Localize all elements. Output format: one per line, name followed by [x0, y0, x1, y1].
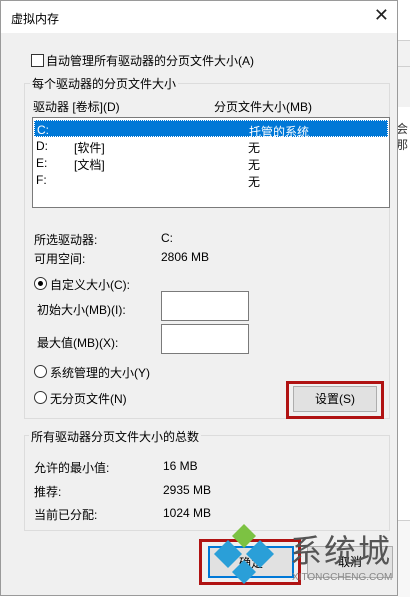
drive-row-f[interactable]: F: 无	[34, 171, 388, 189]
radio-selected-dot	[38, 281, 43, 286]
custom-size-radio[interactable]	[34, 277, 47, 290]
drives-group-label: 每个驱动器的分页文件大小	[30, 75, 179, 92]
drive-list[interactable]: C: 托管的系统 D: [软件] 无 E: [文档] 无 F: 无	[32, 117, 390, 208]
system-managed-radio[interactable]	[34, 365, 47, 378]
free-space-label: 可用空间:	[34, 252, 86, 266]
free-space-value: 2806 MB	[161, 250, 210, 264]
virtual-memory-dialog: 虚拟内存 ✕ 自动管理所有驱动器的分页文件大小(A) 每个驱动器的分页文件大小 …	[0, 0, 398, 596]
min-size-value: 16 MB	[163, 459, 198, 473]
auto-manage-label[interactable]: 自动管理所有驱动器的分页文件大小(A)	[46, 52, 254, 69]
drive-letter: E:	[36, 156, 48, 170]
drive-row-d[interactable]: D: [软件] 无	[34, 137, 388, 155]
drive-row-c[interactable]: C: 托管的系统	[34, 120, 388, 139]
column-header-size: 分页文件大小(MB)	[214, 100, 312, 114]
drive-letter: D:	[36, 139, 48, 153]
recommended-value: 2935 MB	[163, 483, 212, 497]
background-panel-segment	[398, 520, 410, 597]
allocated-label: 当前已分配:	[34, 508, 98, 522]
background-toolbar-segment	[398, 66, 410, 107]
watermark-url: XITONGCHENG.COM	[292, 572, 393, 583]
selected-drive-value: C:	[161, 231, 173, 245]
watermark-text: 系统城	[290, 532, 393, 570]
initial-size-label: 初始大小(MB)(I):	[37, 303, 126, 317]
no-paging-label[interactable]: 无分页文件(N)	[50, 390, 127, 407]
set-button[interactable]: 设置(S)	[293, 386, 377, 412]
background-toolbar-segment	[398, 40, 410, 67]
recommended-label: 推荐:	[34, 485, 62, 499]
drive-letter: F:	[36, 173, 47, 187]
close-icon[interactable]: ✕	[374, 6, 389, 24]
system-managed-label[interactable]: 系统管理的大小(Y)	[50, 364, 150, 381]
auto-manage-checkbox[interactable]	[31, 54, 44, 67]
max-size-input[interactable]	[161, 324, 249, 354]
drive-letter: C:	[37, 123, 49, 137]
watermark-logo-icon	[214, 524, 274, 584]
totals-group-label: 所有驱动器分页文件大小的总数	[29, 428, 202, 445]
custom-size-label[interactable]: 自定义大小(C):	[50, 276, 130, 293]
drive-row-e[interactable]: E: [文档] 无	[34, 154, 388, 172]
initial-size-input[interactable]	[161, 291, 249, 321]
no-paging-radio[interactable]	[34, 391, 47, 404]
allocated-value: 1024 MB	[163, 506, 212, 520]
max-size-label: 最大值(MB)(X):	[37, 336, 119, 350]
column-header-drive: 驱动器 [卷标](D)	[33, 100, 120, 114]
selected-drive-label: 所选驱动器:	[34, 233, 98, 247]
title-bar: 虚拟内存 ✕	[1, 1, 397, 33]
dialog-title: 虚拟内存	[11, 12, 60, 26]
background-window-edge: 会 那	[396, 0, 410, 597]
min-size-label: 允许的最小值:	[34, 461, 110, 475]
drive-size: 无	[248, 175, 261, 189]
